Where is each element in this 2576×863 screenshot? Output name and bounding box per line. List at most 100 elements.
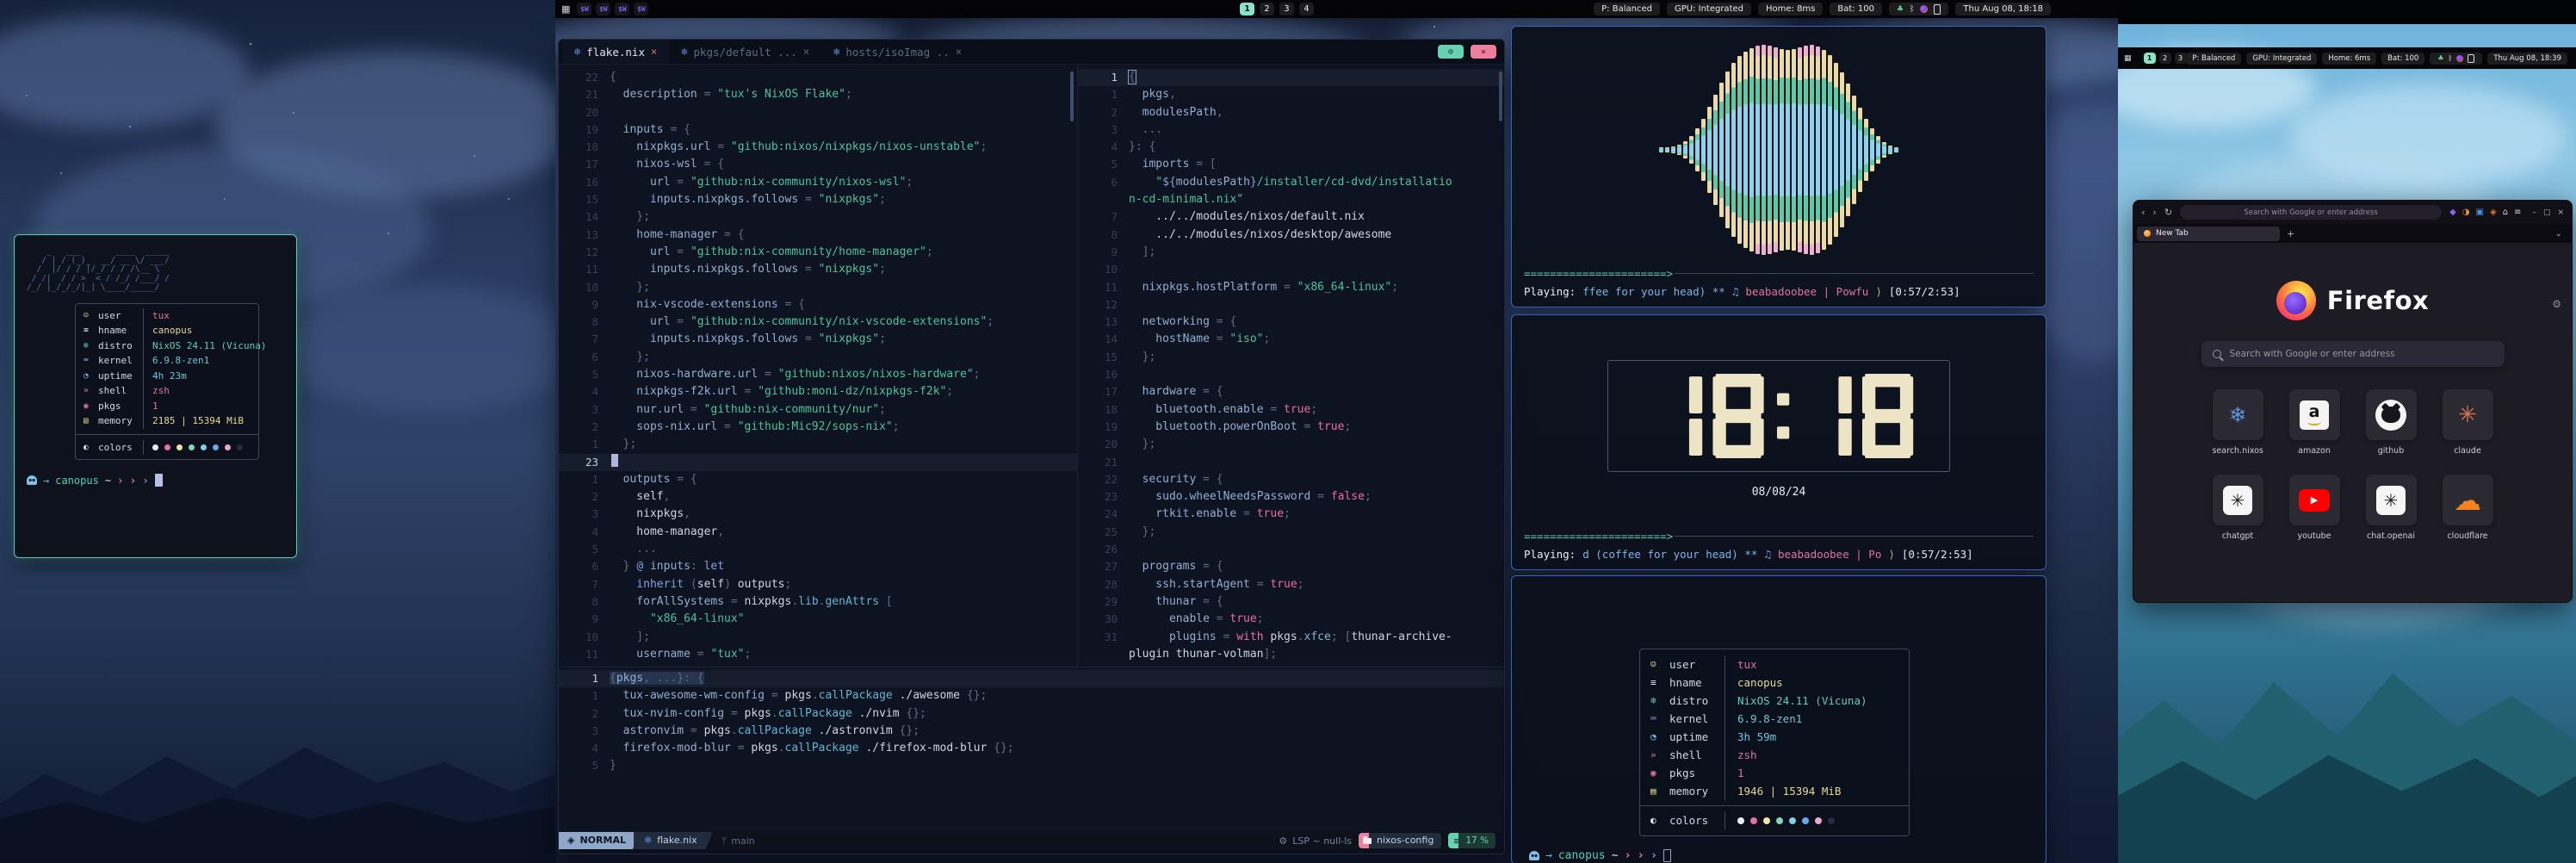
fetch-value: zsh [143, 383, 251, 399]
close-buffer-button[interactable]: × [1471, 45, 1496, 59]
status-module: Home: 6ms [2322, 53, 2376, 65]
app-launcher-icon[interactable]: ▦ [561, 3, 570, 15]
shortcut-chat-openai[interactable]: ✳chat.openai [2366, 475, 2417, 541]
shortcut-cloudflare[interactable]: ☁cloudflare [2443, 475, 2493, 541]
minimize-button[interactable]: – [2532, 208, 2536, 217]
fetch-output: ☺usertux≡hnamecanopus❄distroNixOS 24.11 … [27, 303, 284, 487]
scrollbar-thumb[interactable] [1070, 71, 1074, 121]
workspace-button[interactable]: 2 [1260, 3, 1274, 16]
code-line: 23 sudo.wheelNeedsPassword = false; [1078, 488, 1504, 506]
line-number: 6 [559, 558, 610, 575]
code-pane-flake[interactable]: 22{21 description = "tux's NixOS Flake";… [559, 65, 1078, 667]
url-bar[interactable]: Search with Google or enter address [2180, 205, 2442, 220]
back-button[interactable]: ‹ [2141, 207, 2145, 218]
color-dots [1725, 811, 1898, 829]
visualizer-bar [1786, 50, 1790, 250]
metamask-icon[interactable]: ◈ [2490, 208, 2497, 217]
workspace-button[interactable]: 1 [1240, 3, 1254, 16]
tab-close-icon[interactable]: × [956, 46, 962, 58]
color-dots [1737, 817, 1835, 824]
shortcut-youtube[interactable]: ▶youtube [2289, 475, 2340, 541]
shortcut-tile: ❄ [2213, 389, 2263, 440]
visualizer-bar [1876, 136, 1880, 164]
separator-dashes: ======================> [1524, 530, 1673, 543]
tab-flake-nix[interactable]: ❄flake.nix× [562, 40, 669, 64]
shortcut-search-nixos[interactable]: ❄search.nixos [2213, 389, 2263, 456]
code-line: 5 nixos-hardware.url = "github:nixos/nix… [559, 366, 1077, 383]
home-icon[interactable]: ⌂ [2503, 208, 2508, 217]
visualizer-bar [1870, 128, 1874, 171]
shell-prompt[interactable]: →canopus~››› [1529, 848, 2046, 862]
nixos-snowflake-icon: ❄ [2229, 403, 2246, 427]
personalize-gear-icon[interactable]: ⚙ [2552, 298, 2561, 310]
line-number: 18 [559, 139, 610, 156]
tab-pkgs-default-[interactable]: ❄pkgs/default ...× [669, 40, 821, 64]
code-text: imports = [ [1129, 156, 1217, 173]
reload-button[interactable]: ↻ [2164, 207, 2172, 218]
tab-close-icon[interactable]: × [651, 46, 657, 58]
divider [1640, 805, 1909, 806]
app-launcher-icon[interactable]: ▦ [2124, 54, 2132, 63]
search-input[interactable]: Search with Google or enter address [2201, 341, 2505, 367]
line-number: 4 [559, 383, 610, 400]
code-line: 3 nur.url = "github:nix-community/nur"; [559, 401, 1077, 419]
shortcut-claude[interactable]: ✳claude [2443, 389, 2493, 456]
phone-icon [1934, 4, 1941, 15]
list-tabs-button[interactable]: ⌄ [2555, 229, 2568, 239]
search-icon [2213, 350, 2221, 358]
fetch-row: ▤memory2185 | 15394 MiB [76, 413, 258, 429]
tray-icon[interactable]: $W [634, 3, 648, 16]
clock-widget[interactable]: Thu Aug 08, 18:39 [2487, 53, 2567, 65]
extension-diamond-icon[interactable]: ◆ [2449, 208, 2456, 217]
workspace-button[interactable]: 3 [2175, 53, 2187, 64]
command-line[interactable] [559, 849, 1504, 854]
code-line: 3 astronvim = pkgs.callPackage ./astronv… [559, 723, 1504, 740]
close-button[interactable]: × [2557, 208, 2564, 217]
file-name: flake.nix [657, 832, 697, 849]
new-tab-button[interactable]: + [2287, 228, 2294, 239]
code-text: sops-nix.url = "github:Mic92/sops-nix"; [610, 419, 900, 436]
code-text: thunar = { [1129, 593, 1223, 611]
fetch-row: ◔uptime4h 23m [76, 369, 258, 384]
code-pane-iso[interactable]: 1{1 pkgs,2 modulesPath,3 ...4}: {5 impor… [1078, 65, 1504, 667]
code-line: 11 inputs.nixpkgs.follows = "nixpkgs"; [559, 261, 1077, 278]
line-number: 3 [559, 506, 610, 523]
dark-reader-icon[interactable]: ◑ [2462, 208, 2470, 217]
shortcut-github[interactable]: github [2366, 389, 2417, 456]
visualizer-bar [1822, 50, 1826, 250]
shell-prompt[interactable]: →canopus~››› [27, 474, 284, 487]
menu-icon[interactable]: ≡ [2514, 208, 2521, 217]
workspace-button[interactable]: 2 [2159, 53, 2171, 64]
shortcut-amazon[interactable]: aamazon [2289, 389, 2340, 456]
workspace-button[interactable]: 3 [1279, 3, 1294, 16]
shortcut-chatgpt[interactable]: ✳chatgpt [2213, 475, 2263, 541]
tab-hosts-isoImag-[interactable]: ❄hosts/isoImag ..× [821, 40, 974, 64]
code-line: 4}: { [1078, 139, 1504, 156]
maximize-button[interactable]: ▢ [2543, 208, 2551, 217]
fetch-value: 3h 59m [1725, 728, 1898, 746]
line-number: 1 [1078, 86, 1129, 103]
tray-icon[interactable]: $W [596, 3, 610, 16]
bitwarden-icon[interactable]: ▣ [2476, 208, 2484, 217]
code-pane-pkgs[interactable]: 1{pkgs, ...}: {1 tux-awesome-wm-config =… [559, 667, 1504, 785]
tab-close-icon[interactable]: × [803, 46, 809, 58]
line-number: 18 [1078, 401, 1129, 419]
line-number: 17 [559, 156, 610, 173]
tray-icon[interactable]: $W [615, 3, 629, 16]
tray-icon[interactable]: $W [577, 3, 591, 16]
code-line: 10 ]; [559, 629, 1077, 646]
forward-button[interactable]: › [2152, 207, 2156, 218]
fetch-row: ◔uptime3h 59m [1640, 728, 1909, 746]
cursor [155, 474, 163, 487]
code-line: 5 ... [559, 541, 1077, 558]
clock-widget[interactable]: Thu Aug 08, 18:18 [1955, 3, 2051, 16]
scrollbar-thumb[interactable] [1499, 71, 1502, 121]
color-dot [225, 444, 231, 450]
toggle-view-button[interactable]: ⊙ [1438, 45, 1464, 59]
code-text [610, 454, 618, 471]
workspace-button[interactable]: 4 [1299, 3, 1314, 16]
code-line: 5} [559, 757, 1504, 774]
workspace-button[interactable]: 1 [2144, 53, 2156, 64]
tab-new-tab[interactable]: New Tab [2137, 227, 2280, 241]
separator: ======================> [1512, 530, 2046, 543]
